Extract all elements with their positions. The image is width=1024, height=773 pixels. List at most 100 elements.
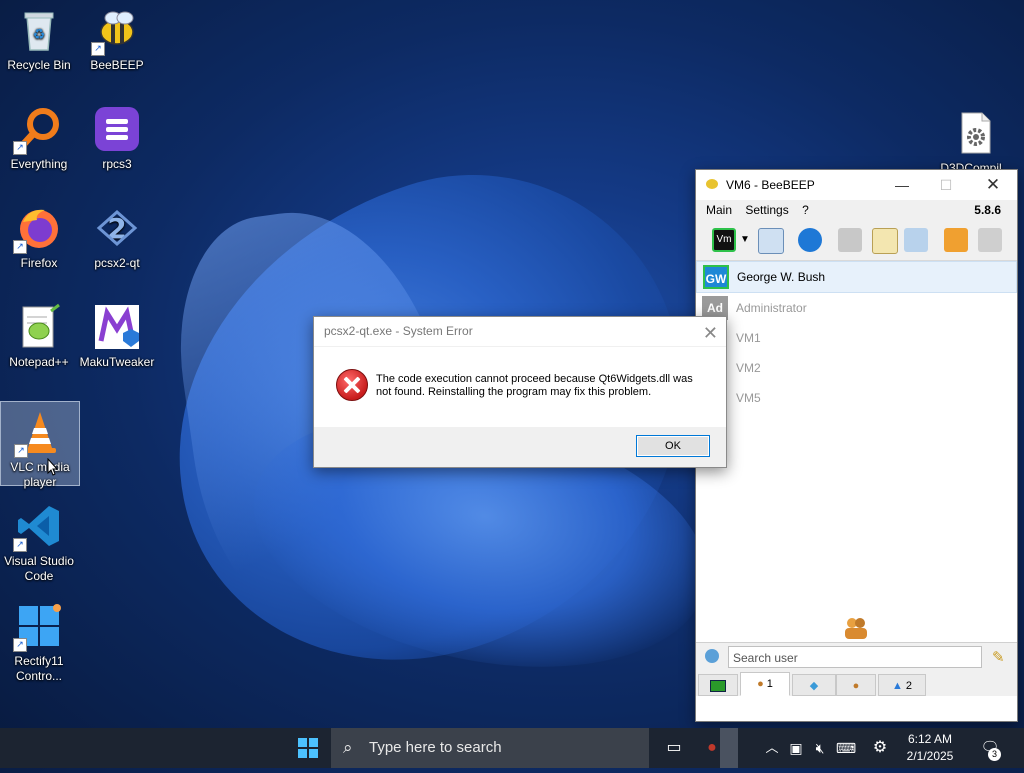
desktop-icon-rpcs3[interactable]: rpcs3	[78, 99, 156, 177]
network-icon[interactable]: ▣	[784, 736, 808, 760]
list-item[interactable]: GW George W. Bush	[696, 261, 1017, 293]
desktop-icon-d3dcompiler[interactable]: D3DCompil...	[934, 103, 1018, 175]
desktop-icon-label: Visual Studio Code	[4, 554, 74, 583]
bee-icon	[706, 179, 718, 189]
desktop-icon-pcsx2[interactable]: 2 pcsx2-qt	[78, 198, 156, 276]
dialog-title: pcsx2-qt.exe - System Error	[324, 324, 473, 338]
gear-icon[interactable]: ⚙	[868, 736, 892, 760]
tab-users[interactable]: ● 1	[740, 672, 790, 696]
shortcut-arrow-icon: ↗	[13, 240, 27, 254]
window-title: VM6 - BeeBEEP	[726, 178, 815, 192]
desktop-icon-notepadpp[interactable]: Notepad++	[0, 297, 78, 375]
edit-profile-icon[interactable]	[758, 228, 784, 254]
desktop-icon-makutweaker[interactable]: MakuTweaker	[78, 297, 156, 375]
shortcut-arrow-icon: ↗	[91, 42, 105, 56]
menu-main[interactable]: Main	[706, 203, 732, 217]
users-group-icon	[842, 615, 870, 639]
windows-logo-icon: ↗	[13, 602, 63, 652]
menu-help[interactable]: ?	[802, 203, 809, 217]
desktop-icon-label: Firefox	[20, 256, 58, 270]
clock[interactable]: 6:12 AM 2/1/2025	[898, 731, 962, 765]
desktop-icon-label: Everything	[10, 157, 68, 171]
chevron-up-icon[interactable]: ︿	[760, 736, 784, 760]
user-name: George W. Bush	[737, 270, 826, 284]
notification-count-badge: 3	[988, 748, 1001, 761]
close-icon[interactable]: ✕	[971, 170, 1015, 200]
user-name: Administrator	[736, 301, 807, 315]
tab-groups[interactable]: ●	[836, 674, 876, 696]
search-input[interactable]: Search user	[728, 646, 982, 668]
desktop-icon-recycle-bin[interactable]: ♻ Recycle Bin	[0, 0, 78, 78]
avatar: GW	[703, 265, 729, 289]
desktop-icon-rectify11[interactable]: ↗ Rectify11 Contro...	[0, 596, 78, 683]
desktop-icon-firefox[interactable]: ↗ Firefox	[0, 198, 78, 276]
error-icon	[336, 369, 368, 401]
beebeep-window: VM6 - BeeBEEP — ☐ ✕ Main Settings ? 5.8.…	[695, 169, 1018, 722]
clock-time: 6:12 AM	[907, 732, 953, 746]
desktop-icon-everything[interactable]: ↗ Everything	[0, 99, 78, 177]
rpcs3-icon	[93, 105, 141, 153]
desktop-icon-beebeep[interactable]: ↗ BeeBEEP	[78, 0, 156, 78]
user-name: VM1	[736, 331, 761, 345]
magnifier-icon: ↗	[13, 105, 63, 155]
clock-date: 2/1/2025	[906, 749, 954, 763]
list-item[interactable]: VM5	[696, 383, 1017, 413]
keyboard-icon[interactable]: ⌨	[834, 736, 858, 760]
volume-muted-icon[interactable]: 🔇︎	[808, 736, 832, 760]
status-button[interactable]: Vm	[712, 228, 736, 252]
mouse-cursor-icon	[47, 457, 59, 476]
trash-icon[interactable]	[978, 228, 1002, 252]
desktop-icon-label: Notepad++	[9, 355, 69, 369]
active-app-button[interactable]	[720, 728, 738, 768]
desktop-icon-vscode[interactable]: ↗ Visual Studio Code	[0, 496, 78, 583]
desktop-icon-vlc[interactable]: ↗ VLC media player	[0, 401, 80, 489]
chevron-down-icon[interactable]: ▼	[740, 234, 750, 245]
list-item[interactable]: VM2	[696, 353, 1017, 383]
makutweaker-icon	[93, 303, 141, 351]
list-item[interactable]: Ad Administrator	[696, 293, 1017, 323]
shortcut-arrow-icon: ↗	[13, 141, 27, 155]
desktop-icon-label: rpcs3	[102, 157, 132, 171]
svg-text:♻: ♻	[33, 26, 46, 42]
beebeep-titlebar[interactable]: VM6 - BeeBEEP — ☐ ✕	[696, 170, 1017, 200]
tools-icon[interactable]	[904, 228, 928, 252]
list-item[interactable]: VM1	[696, 323, 1017, 353]
search-icon: ⌕	[343, 738, 353, 757]
tab-messages[interactable]: ◆	[792, 674, 836, 696]
maximize-icon[interactable]: ☐	[924, 170, 968, 200]
ok-button[interactable]: OK	[636, 435, 710, 457]
vlc-cone-icon: ↗	[14, 408, 64, 458]
clear-broom-icon[interactable]: ✎	[992, 648, 1005, 666]
user-list: GW George W. Bush Ad Administrator VM1 V…	[696, 261, 1017, 641]
start-button[interactable]	[288, 728, 328, 768]
vscode-icon: ↗	[13, 502, 63, 552]
menu-bar: Main Settings ? 5.8.6	[696, 200, 1017, 220]
desktop-icon-label: Recycle Bin	[7, 58, 71, 72]
shortcut-arrow-icon: ↗	[13, 638, 27, 652]
folder-up-icon[interactable]	[944, 228, 968, 252]
tab-files[interactable]: ▲ 2	[878, 674, 926, 696]
taskbar-search-box[interactable]: ⌕ Type here to search	[331, 728, 649, 768]
desktop-icon-label: Rectify11 Contro...	[14, 654, 64, 683]
tab-users-count: 1	[766, 678, 773, 690]
user-name: VM5	[736, 391, 761, 405]
windows-logo-icon	[298, 738, 318, 758]
dialog-body: The code execution cannot proceed becaus…	[314, 347, 726, 427]
broadcast-icon[interactable]	[798, 228, 822, 252]
menu-settings[interactable]: Settings	[745, 203, 788, 217]
version-label: 5.8.6	[974, 203, 1001, 217]
desktop-icon-label: MakuTweaker	[79, 355, 155, 369]
note-pen-icon[interactable]	[872, 228, 898, 254]
minimize-icon[interactable]: —	[880, 170, 924, 200]
firefox-icon: ↗	[13, 204, 63, 254]
tab-chat[interactable]	[698, 674, 738, 696]
dialog-titlebar[interactable]: pcsx2-qt.exe - System Error ✕	[314, 317, 726, 347]
network-icon	[705, 649, 719, 663]
close-icon[interactable]: ✕	[703, 319, 718, 348]
task-view-icon[interactable]: ▭	[662, 736, 686, 760]
taskbar: ⌕ Type here to search ▭ ● ︿ ▣ 🔇︎ ⌨ ⚙ 6:1…	[0, 728, 1024, 768]
shortcut-arrow-icon: ↗	[14, 444, 28, 458]
home-icon[interactable]	[838, 228, 862, 252]
shortcut-arrow-icon: ↗	[13, 538, 27, 552]
desktop-icon-label: BeeBEEP	[90, 58, 144, 72]
